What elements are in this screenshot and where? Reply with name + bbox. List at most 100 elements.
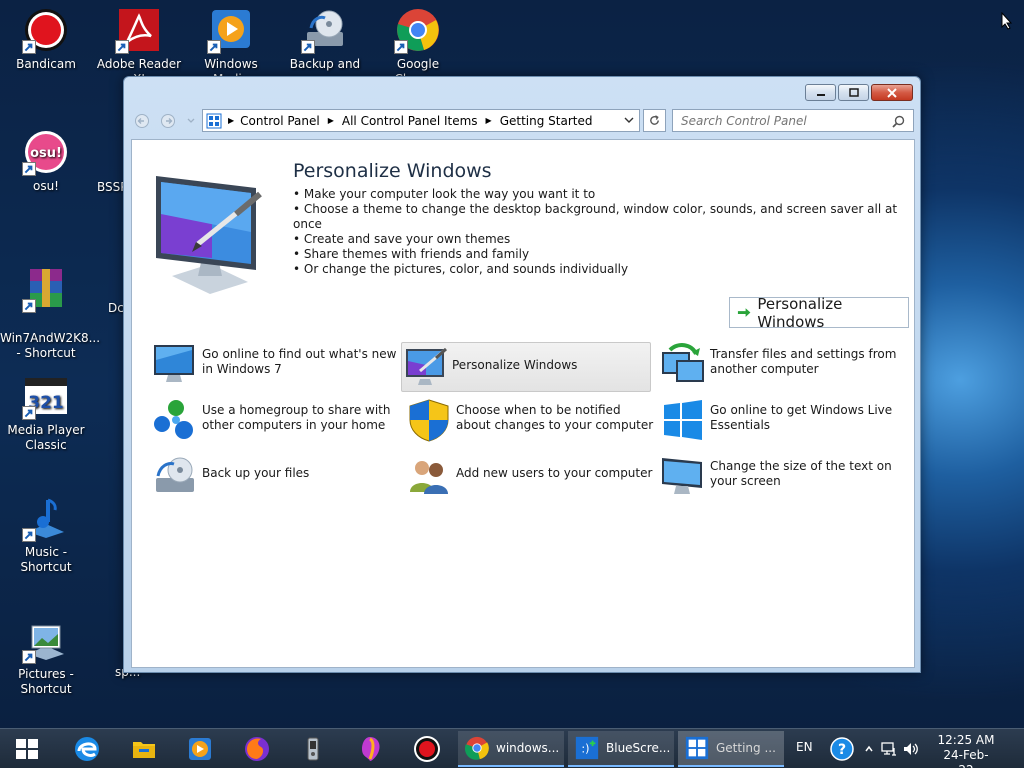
taskbar-file-explorer[interactable] xyxy=(127,733,161,765)
network-icon[interactable] xyxy=(880,740,898,758)
task-label: Change the size of the text on your scre… xyxy=(710,459,892,488)
search-box[interactable] xyxy=(672,109,914,132)
desktop-icon-google-chrome[interactable]: Google Chrome xyxy=(372,6,464,87)
shortcut-arrow-icon xyxy=(22,406,36,420)
hero-bullet-list: Make your computer look the way you want… xyxy=(293,187,914,277)
personalize-windows-button[interactable]: Personalize Windows xyxy=(729,295,909,331)
forward-arrow-icon xyxy=(161,114,175,128)
breadcrumb-getting-started[interactable]: Getting Started xyxy=(500,114,593,128)
show-hidden-icons-chevron-icon[interactable] xyxy=(864,744,874,754)
control-panel-icon xyxy=(685,736,709,760)
search-icon[interactable] xyxy=(892,115,905,128)
maximize-button[interactable] xyxy=(838,84,869,101)
recent-pages-chevron-icon[interactable] xyxy=(187,117,195,125)
breadcrumb-separator-icon[interactable]: ▶ xyxy=(328,116,334,125)
taskbar-windows-media[interactable] xyxy=(183,733,217,765)
forward-button[interactable] xyxy=(158,111,178,131)
paint-icon xyxy=(362,737,380,761)
hero-bullet: Make your computer look the way you want… xyxy=(293,187,914,202)
clock[interactable]: 12:25 AM 24-Feb-22 xyxy=(936,733,996,768)
task-personalize-windows[interactable]: Personalize Windows xyxy=(401,342,651,392)
task-label: Choose when to be notified about changes… xyxy=(456,403,654,432)
desktop-icon-media-player-classic[interactable]: 321 Media Player Classic xyxy=(0,372,92,453)
taskbar-firefox[interactable] xyxy=(240,733,274,765)
windows-media-icon xyxy=(189,738,211,760)
back-arrow-icon xyxy=(135,114,149,128)
task-change-text-size[interactable]: Change the size of the text on your scre… xyxy=(660,454,910,504)
desktop-icon-adobe-reader[interactable]: Adobe Reader XI xyxy=(93,6,185,87)
task-homegroup[interactable]: Use a homegroup to share with other comp… xyxy=(152,398,402,448)
task-label: Use a homegroup to share with other comp… xyxy=(202,403,391,432)
task-label: Personalize Windows xyxy=(452,358,578,372)
control-panel-icon xyxy=(206,113,222,128)
taskbar-task-label: BlueScre... xyxy=(606,741,671,755)
clock-time: 12:25 AM xyxy=(937,733,995,747)
chrome-icon xyxy=(464,736,489,760)
getting-started-content: Personalize Windows Make your computer l… xyxy=(131,139,915,668)
address-bar[interactable]: ▶ Control Panel ▶ All Control Panel Item… xyxy=(202,109,640,132)
taskbar-task-control-panel[interactable]: Getting ... xyxy=(678,731,784,767)
svg-text::): :) xyxy=(581,743,589,756)
hero-bullet: Or change the pictures, color, and sound… xyxy=(293,262,914,277)
display-icon xyxy=(662,458,702,494)
breadcrumb-separator-icon[interactable]: ▶ xyxy=(486,116,492,125)
transfer-icon xyxy=(662,343,704,382)
desktop-icon-winrar[interactable]: Win7AndW2K8... - Shortcut xyxy=(0,250,100,376)
task-grid: Go online to find out what's new in Wind… xyxy=(150,342,912,512)
desktop-icon-label: Backup and xyxy=(289,57,361,71)
desktop-icon-backup[interactable]: Backup and xyxy=(279,6,371,72)
taskbar-paint[interactable] xyxy=(353,733,387,765)
desktop-icon-partial-label: Dc xyxy=(108,301,124,315)
green-arrow-icon xyxy=(737,307,751,317)
monitor-icon xyxy=(154,345,194,382)
minimize-button[interactable] xyxy=(805,84,836,101)
uac-shield-icon xyxy=(409,399,449,442)
taskbar-task-label: Getting ... xyxy=(716,741,776,755)
volume-icon[interactable] xyxy=(902,740,920,758)
search-input[interactable] xyxy=(681,113,881,128)
desktop-icon-music[interactable]: Music - Shortcut xyxy=(0,494,92,575)
task-windows-live-essentials[interactable]: Go online to get Windows Live Essentials xyxy=(660,398,910,448)
refresh-button[interactable] xyxy=(643,109,666,132)
control-panel-window[interactable]: ▶ Control Panel ▶ All Control Panel Item… xyxy=(123,76,921,673)
taskbar-task-bluescreen[interactable]: :) BlueScre... xyxy=(568,731,674,767)
hero-bullet: Create and save your own themes xyxy=(293,232,914,247)
desktop-icon-label: Pictures - Shortcut xyxy=(18,667,74,696)
start-button[interactable] xyxy=(10,733,44,765)
desktop-icon-pictures[interactable]: Pictures - Shortcut xyxy=(0,616,92,697)
taskbar-bandicam[interactable] xyxy=(410,733,444,765)
mouse-cursor-icon xyxy=(1001,12,1013,30)
desktop-icon-bandicam[interactable]: Bandicam xyxy=(0,6,92,72)
back-button[interactable] xyxy=(132,111,152,131)
taskbar-media-device[interactable] xyxy=(296,733,330,765)
task-whats-new[interactable]: Go online to find out what's new in Wind… xyxy=(152,342,402,392)
shortcut-arrow-icon xyxy=(22,162,36,176)
clock-date: 24-Feb-22 xyxy=(943,748,989,768)
desktop-icon-windows-media[interactable]: Windows Media xyxy=(185,6,277,87)
close-button[interactable] xyxy=(871,84,913,101)
shortcut-arrow-icon xyxy=(115,40,129,54)
task-uac-notifications[interactable]: Choose when to be notified about changes… xyxy=(406,398,656,448)
task-back-up-files[interactable]: Back up your files xyxy=(152,454,402,504)
bandicam-icon xyxy=(414,736,440,762)
desktop-icon-osu[interactable]: osu! osu! xyxy=(0,128,92,194)
taskbar-task-chrome[interactable]: windows... xyxy=(458,731,564,767)
language-indicator[interactable]: EN xyxy=(796,740,813,754)
taskbar-edge[interactable] xyxy=(70,733,104,765)
shortcut-arrow-icon xyxy=(22,650,36,664)
system-tray: EN ? 12:25 AM 24-Feb-22 xyxy=(784,729,1024,768)
desktop-icon-label: Media Player Classic xyxy=(7,423,85,452)
task-label: Add new users to your computer xyxy=(456,466,653,480)
task-add-users[interactable]: Add new users to your computer xyxy=(406,454,656,504)
firefox-icon xyxy=(245,737,269,761)
address-dropdown-chevron-icon[interactable] xyxy=(623,114,635,126)
taskbar: windows... :) BlueScre... Getting ... EN… xyxy=(0,728,1024,768)
task-transfer-files[interactable]: Transfer files and settings from another… xyxy=(660,342,910,392)
desktop-icon-label: Music - Shortcut xyxy=(20,545,72,574)
shortcut-arrow-icon xyxy=(22,40,36,54)
help-icon[interactable]: ? xyxy=(830,737,854,761)
taskbar-task-label: windows... xyxy=(496,741,560,755)
minimize-icon xyxy=(816,93,825,96)
breadcrumb-all-items[interactable]: All Control Panel Items xyxy=(342,114,478,128)
breadcrumb-control-panel[interactable]: Control Panel xyxy=(240,114,320,128)
